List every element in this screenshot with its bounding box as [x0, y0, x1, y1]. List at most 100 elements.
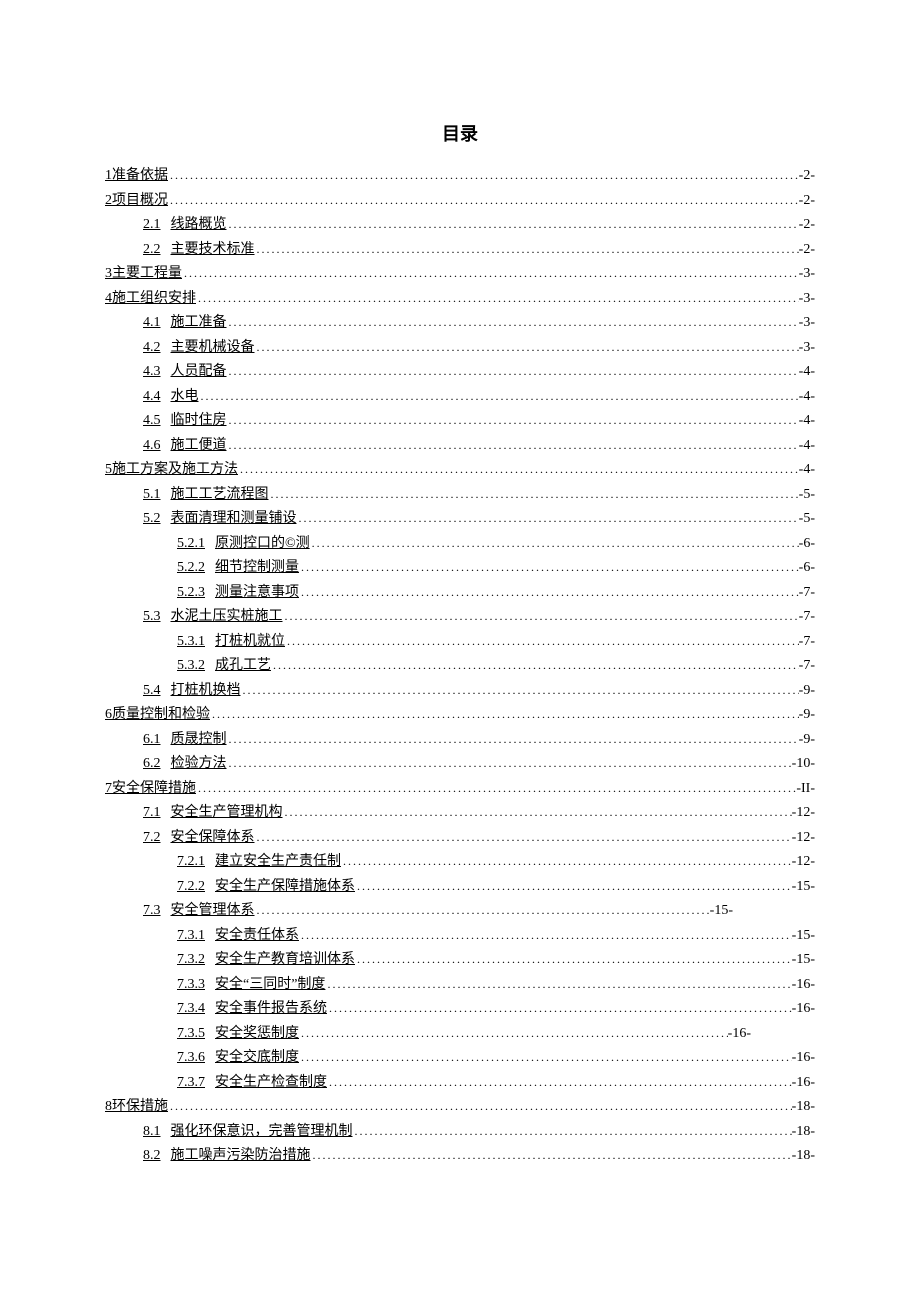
toc-entry-label: 环保措施	[112, 1095, 168, 1120]
toc-entry[interactable]: 5.2表面清理和测量铺设-5-	[105, 507, 815, 532]
toc-leader-dots	[341, 851, 792, 872]
toc-entry[interactable]: 1准备依据-2-	[105, 164, 815, 189]
toc-entry-number: 4.5	[143, 409, 161, 434]
toc-entry-page: -12-	[792, 826, 815, 851]
toc-entry[interactable]: 5.3.1打桩机就位-7-	[105, 630, 815, 655]
toc-entry-label: 主要工程量	[112, 262, 182, 287]
toc-entry-page: -2-	[799, 238, 815, 263]
toc-entry[interactable]: 4施工组织安排-3-	[105, 287, 815, 312]
toc-entry-label: 打桩机换档	[171, 679, 241, 704]
toc-entry[interactable]: 6质量控制和检验-9-	[105, 703, 815, 728]
toc-entry-number: 8.2	[143, 1144, 161, 1169]
toc-entry-number: 7.3	[143, 899, 161, 924]
toc-entry-label: 安全奖惩制度	[215, 1022, 299, 1047]
toc-entry[interactable]: 7.1安全生产管理机构-12-	[105, 801, 815, 826]
toc-entry[interactable]: 8.2施工噪声污染防治措施-18-	[105, 1144, 815, 1169]
toc-entry[interactable]: 5.4打桩机换档-9-	[105, 679, 815, 704]
toc-entry[interactable]: 7.3.1安全责任体系-15-	[105, 924, 815, 949]
toc-entry[interactable]: 7.3.3安全“三同时”制度-16-	[105, 973, 815, 998]
toc-entry-number: 7	[105, 777, 112, 802]
toc-entry[interactable]: 5.2.1原测控口的©测-6-	[105, 532, 815, 557]
toc-entry[interactable]: 4.2主要机械设备-3-	[105, 336, 815, 361]
toc-entry[interactable]: 7.3.2安全生产教育培训体系-15-	[105, 948, 815, 973]
toc-entry-page: -6-	[799, 556, 815, 581]
toc-entry-page: -3-	[799, 262, 815, 287]
toc-entry-label: 安全生产管理机构	[171, 801, 283, 826]
toc-entry-number: 6.2	[143, 752, 161, 777]
toc-entry[interactable]: 7.3.6安全交底制度-16-	[105, 1046, 815, 1071]
toc-entry[interactable]: 4.5临时住房-4-	[105, 409, 815, 434]
toc-leader-dots	[255, 239, 799, 260]
toc-leader-dots	[227, 361, 799, 382]
toc-entry-number: 7.3.3	[177, 973, 205, 998]
toc-entry-label: 原测控口的©测	[215, 532, 310, 557]
toc-entry-page: -18-	[792, 1095, 815, 1120]
toc-leader-dots	[238, 459, 799, 480]
toc-leader-dots	[168, 165, 799, 186]
toc-entry-page: -2-	[799, 213, 815, 238]
toc-entry[interactable]: 7.3.7安全生产检查制度-16-	[105, 1071, 815, 1096]
toc-entry[interactable]: 7.3.5安全奖惩制度-16-	[105, 1022, 815, 1047]
toc-leader-dots	[199, 386, 799, 407]
toc-entry-page: -9-	[799, 679, 815, 704]
toc-entry-page: -5-	[799, 483, 815, 508]
toc-entry[interactable]: 4.4水电-4-	[105, 385, 815, 410]
toc-leader-dots	[355, 949, 792, 970]
toc-entry[interactable]: 5.3水泥土压实桩施工-7-	[105, 605, 815, 630]
toc-entry-page: -2-	[799, 164, 815, 189]
toc-entry[interactable]: 5.2.3测量注意事项-7-	[105, 581, 815, 606]
toc-entry[interactable]: 6.2检验方法-10-	[105, 752, 815, 777]
toc-entry[interactable]: 2.1线路概览-2-	[105, 213, 815, 238]
toc-entry[interactable]: 8环保措施-18-	[105, 1095, 815, 1120]
toc-entry[interactable]: 7安全保障措施-II-	[105, 777, 815, 802]
toc-leader-dots	[297, 508, 799, 529]
toc-entry-page: -16-	[728, 1022, 751, 1047]
toc-entry[interactable]: 2.2主要技术标准-2-	[105, 238, 815, 263]
toc-entry[interactable]: 4.3人员配备-4-	[105, 360, 815, 385]
toc-entry-page: -II-	[796, 777, 815, 802]
toc-leader-dots	[168, 1096, 792, 1117]
toc-entry[interactable]: 5.2.2细节控制测量-6-	[105, 556, 815, 581]
toc-entry-number: 7.2.1	[177, 850, 205, 875]
toc-entry[interactable]: 7.3.4安全事件报告系统-16-	[105, 997, 815, 1022]
toc-entry[interactable]: 2项目概况-2-	[105, 189, 815, 214]
toc-leader-dots	[210, 704, 799, 725]
toc-entry-number: 5.3.1	[177, 630, 205, 655]
toc-entry-label: 安全事件报告系统	[215, 997, 327, 1022]
toc-entry-label: 质量控制和检验	[112, 703, 210, 728]
toc-entry[interactable]: 4.1施工准备-3-	[105, 311, 815, 336]
toc-leader-dots	[241, 680, 799, 701]
toc-entry-label: 强化环保意识，完善管理机制	[171, 1120, 353, 1145]
toc-leader-dots	[168, 190, 799, 211]
toc-entry-number: 6	[105, 703, 112, 728]
toc-entry[interactable]: 5.1 施工工艺流程图 -5-	[105, 483, 815, 508]
toc-entry-number: 5.1	[143, 483, 161, 508]
toc-leader-dots	[311, 1145, 792, 1166]
toc-entry-label: 施工工艺流程图	[171, 483, 269, 508]
toc-entry[interactable]: 3主要工程量-3-	[105, 262, 815, 287]
toc-entry-page: -16-	[792, 1071, 815, 1096]
toc-entry-page: -18-	[792, 1144, 815, 1169]
toc-entry[interactable]: 4.6施工便道-4-	[105, 434, 815, 459]
toc-entry[interactable]: 5.3.2成孔工艺-7-	[105, 654, 815, 679]
toc-leader-dots	[182, 263, 799, 284]
toc-entry[interactable]: 7.2.1建立安全生产责任制-12-	[105, 850, 815, 875]
toc-entry-label: 建立安全生产责任制	[215, 850, 341, 875]
toc-entry[interactable]: 7.2.2安全生产保障措施体系-15-	[105, 875, 815, 900]
toc-entry-label: 安全保障体系	[171, 826, 255, 851]
toc-leader-dots	[227, 410, 799, 431]
toc-entry[interactable]: 6.1质晟控制-9-	[105, 728, 815, 753]
toc-leader-dots	[283, 606, 799, 627]
toc-entry[interactable]: 8.1强化环保意识，完善管理机制-18-	[105, 1120, 815, 1145]
toc-entry[interactable]: 7.2安全保障体系-12-	[105, 826, 815, 851]
toc-entry-label: 安全生产教育培训体系	[215, 948, 355, 973]
toc-entry-page: -3-	[799, 287, 815, 312]
toc-leader-dots	[299, 925, 792, 946]
toc-leader-dots	[227, 312, 799, 333]
toc-entry-label: 细节控制测量	[215, 556, 299, 581]
toc-entry-label: 安全交底制度	[215, 1046, 299, 1071]
toc-entry[interactable]: 5施工方案及施工方法-4-	[105, 458, 815, 483]
toc-entry-page: -3-	[799, 336, 815, 361]
toc-entry-number: 5.2.3	[177, 581, 205, 606]
toc-entry[interactable]: 7.3安全管理体系-15-	[105, 899, 815, 924]
